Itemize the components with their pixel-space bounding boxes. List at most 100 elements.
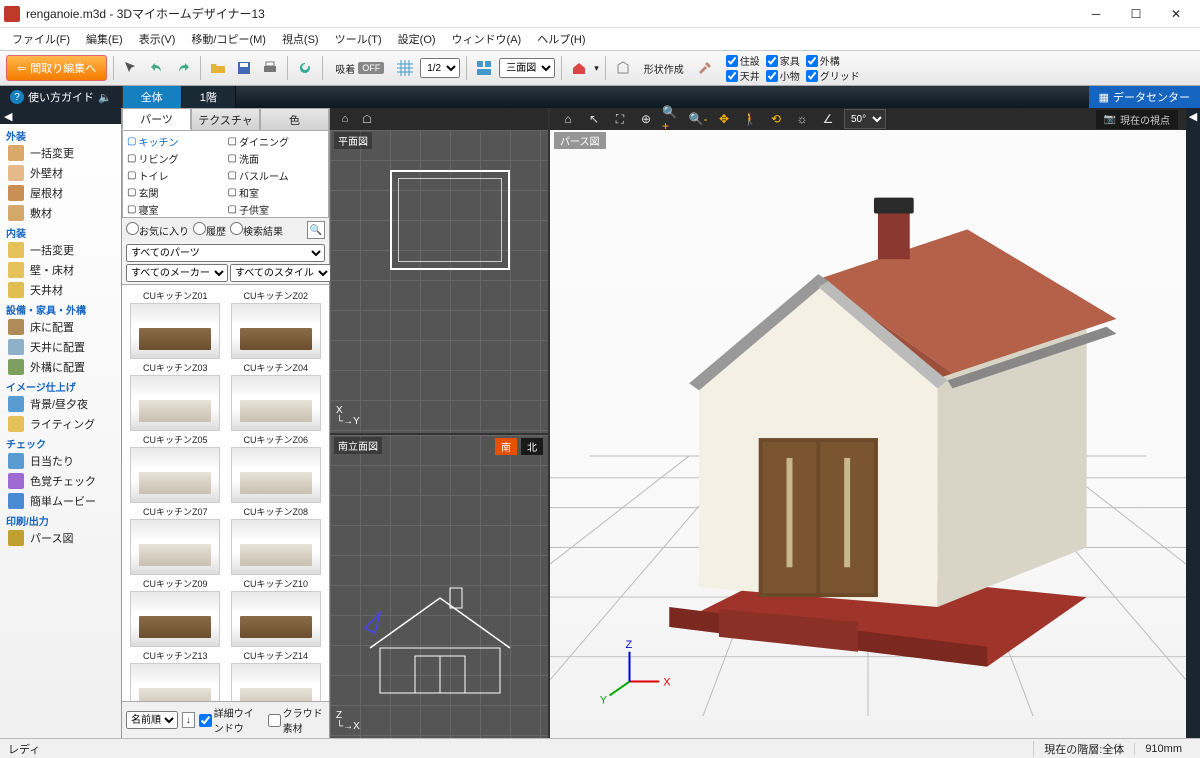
pointer-tool[interactable] [120, 57, 142, 79]
category-item[interactable]: ▢ トイレ [125, 167, 226, 184]
save-button[interactable] [233, 57, 255, 79]
menu-tools[interactable]: ツール(T) [327, 29, 390, 49]
sidebar-item[interactable]: 外構に配置 [0, 357, 121, 377]
print-button[interactable] [259, 57, 281, 79]
sidebar-item[interactable]: 天井に配置 [0, 337, 121, 357]
parts-list[interactable]: CUキッチンZ01CUキッチンZ02CUキッチンZ03CUキッチンZ04CUキッ… [122, 284, 329, 701]
maximize-button[interactable]: ☐ [1116, 0, 1156, 28]
viewmode-icon[interactable] [473, 57, 495, 79]
undo-button[interactable] [146, 57, 168, 79]
redo-button[interactable] [172, 57, 194, 79]
part-item[interactable]: CUキッチンZ07 [126, 505, 225, 575]
back-to-floorplan-button[interactable]: ⇦ 間取り編集へ [6, 55, 107, 81]
category-item[interactable]: ▢ リビング [125, 150, 226, 167]
radio-history[interactable]: 履歴 [193, 222, 226, 238]
angle-select[interactable]: 50° [844, 109, 886, 129]
sidebar-item[interactable]: 一括変更 [0, 240, 121, 260]
sidebar-item[interactable]: 簡単ムービー [0, 491, 121, 511]
radio-favorite[interactable]: お気に入り [126, 222, 189, 238]
part-item[interactable]: CUキッチンZ09 [126, 577, 225, 647]
sort-dir-button[interactable]: ↓ [182, 712, 195, 728]
chk-detail[interactable]: 詳細ウインドウ [199, 705, 264, 735]
part-item[interactable]: CUキッチンZ08 [227, 505, 326, 575]
shape-create-button[interactable]: 形状作成 [638, 59, 690, 78]
part-item[interactable]: CUキッチンZ03 [126, 361, 225, 431]
elevation-view[interactable]: 南立面図 南 北 Z└→X [330, 435, 548, 738]
part-item[interactable]: CUキッチンZ02 [227, 289, 326, 359]
menu-viewpoint[interactable]: 視点(S) [274, 29, 327, 49]
house-icon[interactable] [568, 57, 590, 79]
select-all-parts[interactable]: すべてのパーツ [126, 244, 325, 262]
category-item[interactable]: ▢ ダイニング [226, 133, 327, 150]
menu-edit[interactable]: 編集(E) [78, 29, 131, 49]
radio-results[interactable]: 検索結果 [230, 222, 283, 238]
menu-move[interactable]: 移動/コピー(M) [183, 29, 274, 49]
floor-tab-1f[interactable]: 1階 [182, 86, 236, 108]
hammer-icon[interactable] [694, 57, 716, 79]
tab-parts[interactable]: パーツ [122, 108, 191, 130]
scale-select[interactable]: 1/2 [420, 58, 460, 78]
snap-toggle[interactable]: 吸着 OFF [329, 59, 390, 78]
v3d-zoomout[interactable]: 🔍- [688, 110, 708, 128]
viewmode-select[interactable]: 三面図 [499, 58, 555, 78]
sidebar-item[interactable]: 屋根材 [0, 183, 121, 203]
chk-grid[interactable]: グリッド [806, 68, 860, 83]
sidebar-item[interactable]: ライティング [0, 414, 121, 434]
category-item[interactable]: ▢ 玄関 [125, 184, 226, 201]
sidebar-item[interactable]: 一括変更 [0, 143, 121, 163]
chk-furniture[interactable]: 家具 [766, 53, 800, 68]
sidebar-item[interactable]: パース図 [0, 528, 121, 548]
right-panel-collapse[interactable]: ◀ [1186, 108, 1200, 738]
category-item[interactable]: ▢ 寝室 [125, 201, 226, 218]
search-button[interactable]: 🔍 [307, 221, 325, 239]
chk-cloud[interactable]: クラウド素材 [268, 705, 325, 735]
plan-tool-1[interactable]: ⌂ [336, 110, 354, 128]
camera-viewpoint[interactable]: 📷 現在の視点 [1096, 110, 1178, 129]
category-item[interactable]: ▢ 洗面 [226, 150, 327, 167]
menu-window[interactable]: ウィンドウ(A) [444, 29, 530, 49]
menu-settings[interactable]: 設定(O) [390, 29, 444, 49]
part-item[interactable]: CUキッチンZ01 [126, 289, 225, 359]
part-item[interactable]: CUキッチンZ05 [126, 433, 225, 503]
v3d-zoomin[interactable]: 🔍+ [662, 110, 682, 128]
category-item[interactable]: ▢ 子供室 [226, 201, 327, 218]
category-item[interactable]: ▢ キッチン [125, 133, 226, 150]
sidebar-item[interactable]: 日当たり [0, 451, 121, 471]
refresh-button[interactable] [294, 57, 316, 79]
compass-south[interactable]: 南 [494, 437, 518, 456]
v3d-target[interactable]: ⊕ [636, 110, 656, 128]
v3d-walk[interactable]: 🚶 [740, 110, 760, 128]
sidebar-item[interactable]: 床に配置 [0, 317, 121, 337]
sidebar-item[interactable]: 壁・床材 [0, 260, 121, 280]
sidebar-collapse[interactable]: ◀ [0, 108, 121, 124]
compass-north[interactable]: 北 [520, 437, 544, 456]
v3d-cursor[interactable]: ↖ [584, 110, 604, 128]
grid-icon[interactable] [394, 57, 416, 79]
view3d-canvas[interactable]: パース図 [550, 130, 1186, 738]
data-center-button[interactable]: ▦ データセンター [1089, 86, 1200, 108]
menu-view[interactable]: 表示(V) [131, 29, 184, 49]
tab-color[interactable]: 色 [260, 108, 329, 130]
plan-view[interactable]: 平面図 X└→Y [330, 130, 548, 435]
chk-equipment[interactable]: 住設 [726, 53, 760, 68]
v3d-home[interactable]: ⌂ [558, 110, 578, 128]
menu-file[interactable]: ファイル(F) [4, 29, 78, 49]
category-item[interactable]: ▢ バスルーム [226, 167, 327, 184]
how-to-guide-button[interactable]: ? 使い方ガイド 🔈 [0, 86, 123, 108]
v3d-angle-icon[interactable]: ∠ [818, 110, 838, 128]
v3d-pan[interactable]: ✥ [714, 110, 734, 128]
select-style[interactable]: すべてのスタイル [230, 264, 332, 282]
sidebar-item[interactable]: 背景/昼夕夜 [0, 394, 121, 414]
sidebar-item[interactable]: 天井材 [0, 280, 121, 300]
part-item[interactable]: CUキッチンZ13 [126, 649, 225, 701]
sidebar-item[interactable]: 外壁材 [0, 163, 121, 183]
part-item[interactable]: CUキッチンZ06 [227, 433, 326, 503]
part-item[interactable]: CUキッチンZ10 [227, 577, 326, 647]
plan-tool-2[interactable]: ☖ [358, 110, 376, 128]
sidebar-item[interactable]: 色覚チェック [0, 471, 121, 491]
part-item[interactable]: CUキッチンZ14 [227, 649, 326, 701]
floor-tab-all[interactable]: 全体 [123, 86, 182, 108]
sidebar-item[interactable]: 敷材 [0, 203, 121, 223]
shape-icon[interactable] [612, 57, 634, 79]
select-maker[interactable]: すべてのメーカー [126, 264, 228, 282]
